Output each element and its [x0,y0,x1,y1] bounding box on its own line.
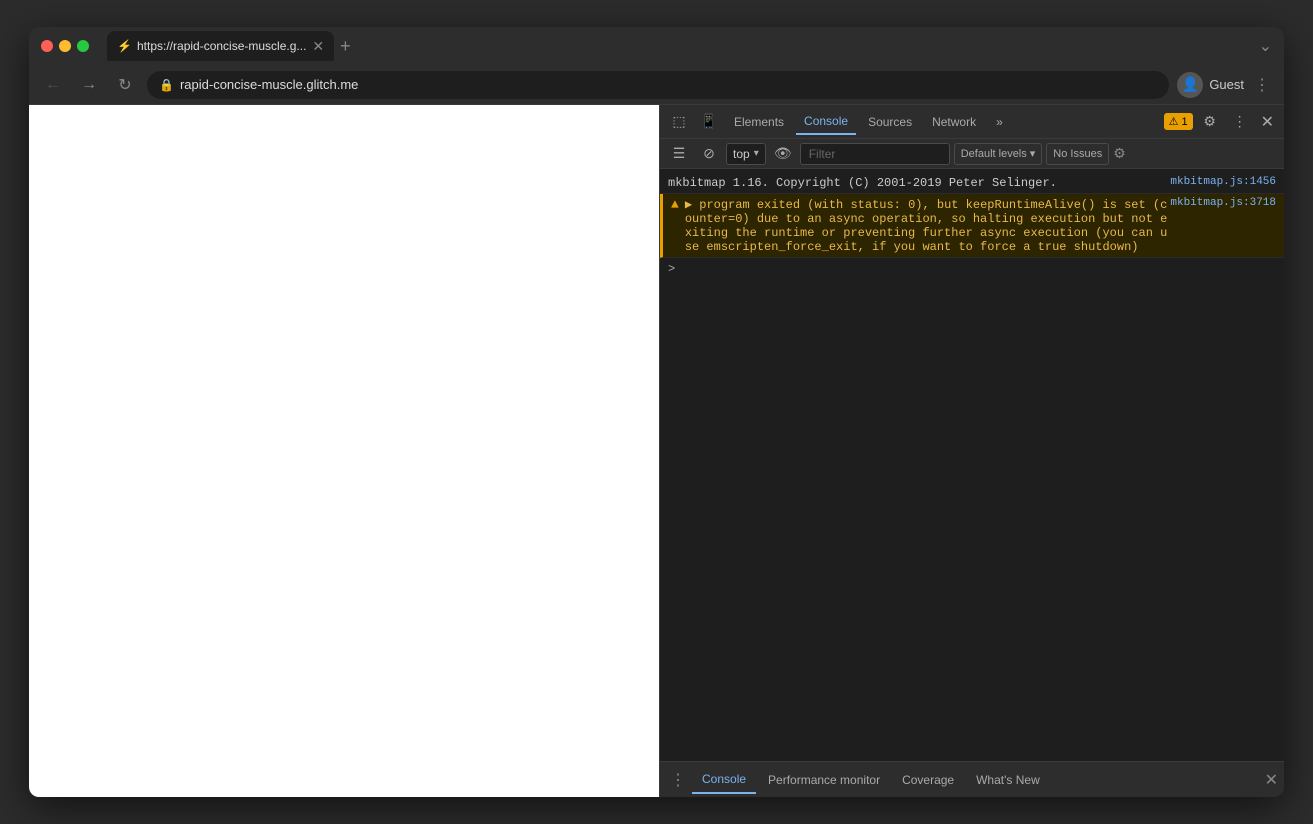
console-toolbar: ☰ ⊘ top ▾ 👁 Default levels ▾ N [660,139,1284,169]
warning-icon: ⚠ [1169,115,1179,128]
webpage-area [29,105,659,797]
profile-icon[interactable]: 👤 [1177,72,1203,98]
drawer-tab-performance-monitor[interactable]: Performance monitor [758,766,890,794]
levels-chevron-icon: ▾ [1030,147,1036,160]
inspect-icon: ⬚ [672,113,685,130]
browser-menu-button[interactable]: ⋮ [1250,71,1274,99]
devtools-toolbar: ⬚ 📱 Elements Console Sources Network » ⚠… [660,105,1284,139]
drawer-tab-console[interactable]: Console [692,766,756,794]
device-icon: 📱 [700,113,717,130]
context-chevron-icon: ▾ [754,148,759,159]
minimize-window-button[interactable] [59,40,71,52]
drawer-menu-button[interactable]: ⋮ [666,766,690,794]
top-context-label: top [733,147,750,161]
drawer-tab-whats-new[interactable]: What's New [966,766,1050,794]
tab-title: https://rapid-concise-muscle.g... [137,39,306,53]
console-sidebar-button[interactable]: ☰ [666,141,692,167]
close-window-button[interactable] [41,40,53,52]
tab-bar: ⚡ https://rapid-concise-muscle.g... ✕ + [107,31,1251,61]
console-message-text: mkbitmap 1.16. Copyright (C) 2001-2019 P… [668,176,1164,190]
warning-triangle-icon: ▲ [671,197,679,212]
console-settings-icon[interactable]: ⚙ [1113,145,1126,162]
lock-icon: 🔒 [159,78,174,92]
address-bar: ← → ↻ 🔒 rapid-concise-muscle.glitch.me 👤… [29,65,1284,105]
title-bar: ⚡ https://rapid-concise-muscle.g... ✕ + … [29,27,1284,65]
profile-area: 👤 Guest ⋮ [1177,71,1274,99]
console-line: mkbitmap 1.16. Copyright (C) 2001-2019 P… [660,173,1284,194]
more-tabs-button[interactable]: » [988,109,1011,135]
profile-name: Guest [1209,77,1244,92]
console-warning-line: ▲ ▶ program exited (with status: 0), but… [660,194,1284,258]
tab-network[interactable]: Network [924,109,984,135]
settings-icon: ⚙ [1203,113,1216,130]
console-prompt[interactable]: > [660,258,1284,280]
devtools-more-button[interactable]: ⋮ [1227,109,1253,135]
devtools-panel: ⬚ 📱 Elements Console Sources Network » ⚠… [659,105,1284,797]
ban-icon: ⊘ [703,145,715,162]
log-levels-button[interactable]: Default levels ▾ [954,143,1043,165]
address-input-wrap[interactable]: 🔒 rapid-concise-muscle.glitch.me [147,71,1169,99]
console-source-link[interactable]: mkbitmap.js:1456 [1170,176,1276,188]
drawer-close-button[interactable]: ✕ [1265,770,1278,790]
traffic-lights [41,40,89,52]
tab-strip-menu[interactable]: ⌄ [1259,36,1272,56]
console-warning-text: ▶ program exited (with status: 0), but k… [685,197,1171,254]
address-text: rapid-concise-muscle.glitch.me [180,77,1157,92]
eye-icon: 👁 [774,145,792,162]
tab-favicon-icon: ⚡ [117,39,131,53]
clear-console-button[interactable]: ⊘ [696,141,722,167]
main-content: ⬚ 📱 Elements Console Sources Network » ⚠… [29,105,1284,797]
new-tab-button[interactable]: + [334,37,357,55]
browser-tab[interactable]: ⚡ https://rapid-concise-muscle.g... ✕ [107,31,334,61]
warning-badge[interactable]: ⚠ 1 [1164,113,1193,130]
more-icon: ⋮ [1233,113,1247,130]
reload-button[interactable]: ↻ [111,71,139,99]
fullscreen-window-button[interactable] [77,40,89,52]
device-toolbar-button[interactable]: 📱 [696,109,722,135]
tab-console[interactable]: Console [796,109,856,135]
profile-avatar-icon: 👤 [1182,76,1199,93]
browser-window: ⚡ https://rapid-concise-muscle.g... ✕ + … [29,27,1284,797]
console-output: mkbitmap 1.16. Copyright (C) 2001-2019 P… [660,169,1284,761]
warning-count: 1 [1181,116,1187,128]
devtools-close-button[interactable]: ✕ [1257,108,1278,136]
levels-label: Default levels [961,148,1027,160]
console-warning-source-link[interactable]: mkbitmap.js:3718 [1170,197,1276,209]
inspect-element-button[interactable]: ⬚ [666,109,692,135]
sidebar-icon: ☰ [673,145,686,162]
eye-console-button[interactable]: 👁 [770,141,796,167]
tab-close-button[interactable]: ✕ [312,39,324,53]
forward-button[interactable]: → [75,71,103,99]
back-button[interactable]: ← [39,71,67,99]
devtools-bottom-drawer: ⋮ Console Performance monitor Coverage W… [660,761,1284,797]
prompt-caret-icon: > [668,262,675,276]
filter-input[interactable] [800,143,950,165]
drawer-tab-coverage[interactable]: Coverage [892,766,964,794]
top-context-selector[interactable]: top ▾ [726,143,766,165]
devtools-settings-button[interactable]: ⚙ [1197,109,1223,135]
tab-sources[interactable]: Sources [860,109,920,135]
tab-elements[interactable]: Elements [726,109,792,135]
no-issues-button[interactable]: No Issues [1046,143,1109,165]
